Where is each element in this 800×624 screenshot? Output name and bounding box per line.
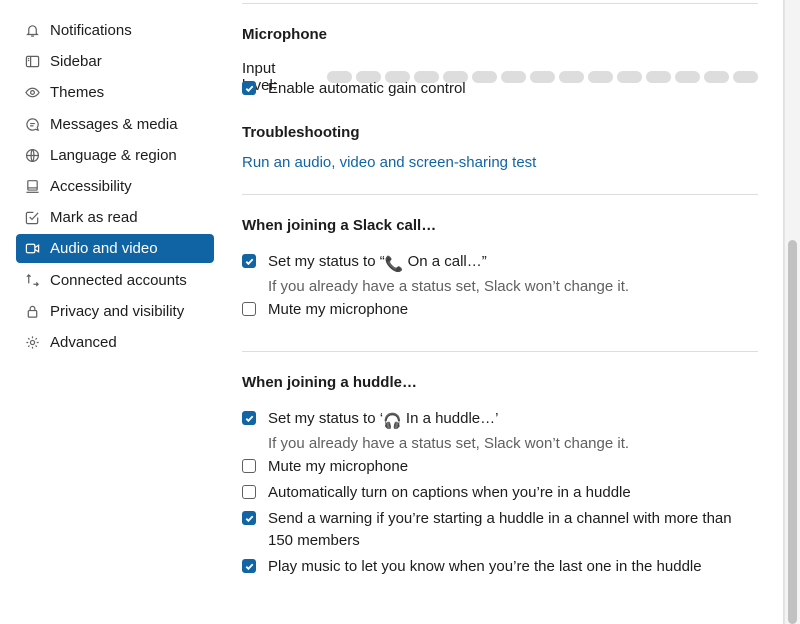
check-square-icon — [24, 210, 40, 226]
huddle-warning-label: Send a warning if you’re starting a hudd… — [268, 510, 732, 549]
huddle-status-checkbox[interactable] — [242, 411, 256, 425]
settings-sidebar: Notifications Sidebar Themes Messages & … — [16, 16, 214, 359]
huddle-mute-checkbox[interactable] — [242, 459, 256, 473]
sidebar-item-label: Notifications — [50, 22, 132, 39]
slack-call-title: When joining a Slack call… — [242, 217, 437, 234]
headphones-icon: 🎧 — [383, 413, 402, 430]
huddle-status-option[interactable]: Set my status to ‘🎧 In a huddle…’ If you… — [242, 408, 758, 455]
sidebar-item-sidebar[interactable]: Sidebar — [16, 47, 214, 76]
call-status-label: Set my status to “📞 On a call…” — [268, 251, 629, 276]
sidebar-item-label: Audio and video — [50, 240, 158, 258]
call-mute-label: Mute my microphone — [268, 301, 409, 318]
lock-icon — [24, 303, 40, 319]
huddle-captions-checkbox[interactable] — [242, 485, 256, 499]
bell-icon — [24, 23, 40, 39]
huddle-status-prefix: Set my status to ‘ — [268, 410, 384, 427]
gain-control-checkbox[interactable] — [242, 81, 256, 95]
message-icon — [24, 116, 40, 132]
sidebar-item-label: Language & region — [50, 146, 177, 164]
sidebar-item-notifications[interactable]: Notifications — [16, 16, 214, 45]
scrollbar[interactable] — [784, 0, 800, 624]
huddle-music-label: Play music to let you know when you’re t… — [268, 558, 702, 575]
sidebar-icon — [24, 54, 40, 70]
huddle-captions-option[interactable]: Automatically turn on captions when you’… — [242, 482, 758, 504]
sidebar-item-label: Mark as read — [50, 209, 138, 227]
sidebar-item-advanced[interactable]: Advanced — [16, 328, 214, 357]
globe-icon — [24, 147, 40, 163]
call-status-hint: If you already have a status set, Slack … — [268, 278, 630, 295]
sidebar-item-language-region[interactable]: Language & region — [16, 141, 214, 170]
gain-control-label: Enable automatic gain control — [268, 80, 466, 97]
sidebar-item-label: Themes — [50, 84, 105, 102]
eye-icon — [24, 85, 40, 101]
av-test-link[interactable]: Run an audio, video and screen-sharing t… — [242, 154, 536, 171]
sidebar-item-label: Privacy and visibility — [50, 302, 185, 320]
divider — [242, 3, 758, 4]
gain-control-option[interactable]: Enable automatic gain control — [242, 78, 758, 100]
phone-icon: 📞 — [384, 256, 404, 273]
sidebar-item-label: Sidebar — [50, 53, 102, 71]
huddle-title: When joining a huddle… — [242, 374, 417, 391]
troubleshooting-title: Troubleshooting — [242, 124, 360, 141]
gear-icon — [24, 334, 40, 350]
huddle-status-label: Set my status to ‘🎧 In a huddle…’ — [268, 408, 629, 433]
sidebar-item-themes[interactable]: Themes — [16, 78, 214, 107]
call-mute-checkbox[interactable] — [242, 302, 256, 316]
call-status-checkbox[interactable] — [242, 254, 256, 268]
divider — [242, 351, 758, 352]
sidebar-item-audio-video[interactable]: Audio and video — [16, 234, 214, 264]
call-mute-option[interactable]: Mute my microphone — [242, 299, 758, 321]
huddle-mute-option[interactable]: Mute my microphone — [242, 456, 758, 478]
huddle-status-hint: If you already have a status set, Slack … — [268, 435, 630, 452]
huddle-warning-checkbox[interactable] — [242, 511, 256, 525]
monitor-icon — [24, 178, 40, 194]
huddle-music-option[interactable]: Play music to let you know when you’re t… — [242, 556, 758, 578]
sidebar-item-label: Advanced — [50, 333, 117, 351]
sidebar-item-accessibility[interactable]: Accessibility — [16, 172, 214, 201]
scrollbar-thumb[interactable] — [788, 240, 797, 624]
sidebar-item-label: Connected accounts — [50, 271, 187, 289]
sidebar-item-privacy-visibility[interactable]: Privacy and visibility — [16, 297, 214, 326]
sidebar-item-label: Accessibility — [50, 177, 132, 195]
divider — [242, 194, 758, 195]
video-icon — [24, 241, 40, 257]
huddle-warning-option[interactable]: Send a warning if you’re starting a hudd… — [242, 508, 758, 552]
sidebar-item-label: Messages & media — [50, 115, 178, 133]
huddle-mute-label: Mute my microphone — [268, 458, 409, 475]
call-status-option[interactable]: Set my status to “📞 On a call…” If you a… — [242, 251, 758, 298]
call-status-text: On a call…” — [403, 253, 487, 270]
sidebar-item-messages-media[interactable]: Messages & media — [16, 110, 214, 139]
sidebar-item-mark-as-read[interactable]: Mark as read — [16, 203, 214, 232]
microphone-title: Microphone — [242, 26, 327, 43]
huddle-captions-label: Automatically turn on captions when you’… — [268, 484, 631, 501]
sidebar-item-connected-accounts[interactable]: Connected accounts — [16, 266, 214, 295]
huddle-music-checkbox[interactable] — [242, 559, 256, 573]
call-status-prefix: Set my status to “ — [268, 253, 385, 270]
arrows-icon — [24, 272, 40, 288]
huddle-status-text: In a huddle…’ — [401, 410, 499, 427]
